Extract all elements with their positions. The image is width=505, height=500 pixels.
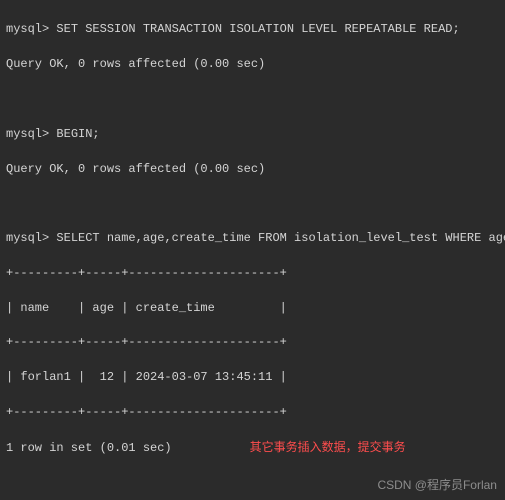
mysql-prompt: mysql> <box>6 22 56 36</box>
table-border: +---------+-----+---------------------+ <box>6 404 499 421</box>
query-ok: Query OK, 0 rows affected (0.00 sec) <box>6 56 499 73</box>
annotation-other-tx: 其它事务插入数据，提交事务 <box>250 439 406 456</box>
mysql-prompt: mysql> <box>6 127 56 141</box>
table-header: | name | age | create_time | <box>6 300 499 317</box>
sql-set-session: SET SESSION TRANSACTION ISOLATION LEVEL … <box>56 22 459 36</box>
rows-in-set: 1 row in set (0.01 sec) <box>6 440 172 457</box>
mysql-prompt: mysql> <box>6 231 56 245</box>
sql-select-1: SELECT name,age,create_time FROM isolati… <box>56 231 505 245</box>
csdn-watermark: CSDN @程序员Forlan <box>377 477 497 494</box>
sql-begin: BEGIN; <box>56 127 99 141</box>
query-ok: Query OK, 0 rows affected (0.00 sec) <box>6 161 499 178</box>
table-row: | forlan1 | 12 | 2024-03-07 13:45:11 | <box>6 369 499 386</box>
table-border: +---------+-----+---------------------+ <box>6 265 499 282</box>
table-border: +---------+-----+---------------------+ <box>6 334 499 351</box>
terminal-output: mysql> SET SESSION TRANSACTION ISOLATION… <box>0 0 505 500</box>
